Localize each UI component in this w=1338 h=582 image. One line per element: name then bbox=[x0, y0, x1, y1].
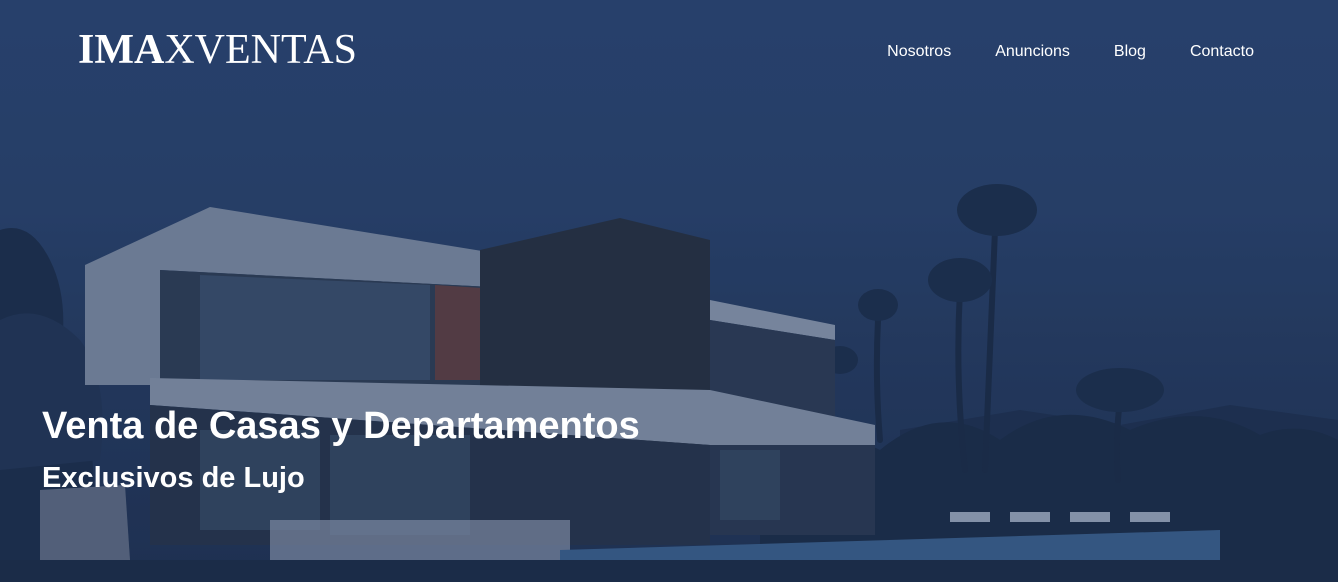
logo-light-text: XVENTAS bbox=[164, 27, 357, 73]
site-logo[interactable]: IMAXVENTAS bbox=[78, 26, 357, 74]
nav-link-blog[interactable]: Blog bbox=[1114, 42, 1146, 62]
main-navigation: Nosotros Anuncions Blog Contacto bbox=[887, 42, 1254, 62]
nav-link-anuncios[interactable]: Anuncions bbox=[995, 42, 1070, 62]
hero-title: Venta de Casas y Departamentos bbox=[42, 405, 640, 447]
logo-bold-text: IMA bbox=[78, 27, 165, 73]
nav-link-contacto[interactable]: Contacto bbox=[1190, 42, 1254, 62]
hero-subtitle: Exclusivos de Lujo bbox=[42, 462, 305, 494]
hero-section: IMAXVENTAS Nosotros Anuncions Blog Conta… bbox=[0, 0, 1338, 582]
site-header: IMAXVENTAS Nosotros Anuncions Blog Conta… bbox=[0, 0, 1338, 100]
nav-link-nosotros[interactable]: Nosotros bbox=[887, 42, 951, 62]
